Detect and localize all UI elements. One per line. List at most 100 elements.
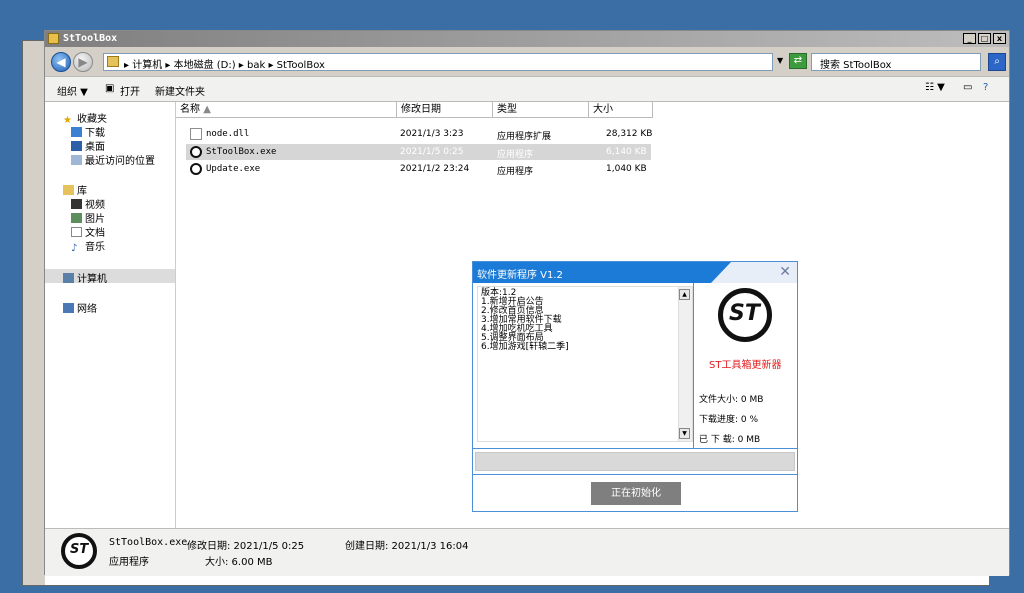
nav-item-recent[interactable]: 最近访问的位置 xyxy=(71,152,155,167)
file-size: 6,140 KB xyxy=(606,147,647,157)
downloaded-label: 已 下 载: 0 MB xyxy=(699,435,761,445)
sort-up-icon: ▲ xyxy=(203,104,211,115)
column-header-type[interactable]: 类型 xyxy=(493,102,589,118)
back-button[interactable]: ◀ xyxy=(51,52,71,72)
column-header-size[interactable]: 大小 xyxy=(589,102,653,118)
refresh-button[interactable]: ⇄ xyxy=(789,53,807,69)
nav-item-libraries[interactable]: 库 xyxy=(63,182,87,197)
address-bar-area: ◀ ▶ ▸ 计算机 ▸ 本地磁盘 (D:) ▸ bak ▸ StToolBox … xyxy=(45,48,1009,76)
view-options-icon[interactable]: ☷ ▼ xyxy=(925,82,945,93)
window-title: StToolBox xyxy=(63,33,118,44)
picture-icon xyxy=(71,213,82,223)
file-type: 应用程序扩展 xyxy=(497,132,552,142)
title-wedge xyxy=(711,262,731,283)
file-modified: 2021/1/3 3:23 xyxy=(400,129,464,139)
nav-item-music[interactable]: ♪ 音乐 xyxy=(71,238,105,254)
st-logo: ST xyxy=(718,288,772,342)
detail-modified: 修改日期: 2021/1/5 0:25 xyxy=(187,541,305,552)
file-size: 28,312 KB xyxy=(606,129,653,139)
download-progress-label: 下载进度: 0 % xyxy=(699,415,759,425)
table-row[interactable]: Update.exe 2021/1/2 23:24 应用程序 1,040 KB xyxy=(186,161,651,177)
close-icon[interactable]: ✕ xyxy=(779,264,791,280)
navigation-pane: ★ 收藏夹 下载 桌面 最近访问的位置 库 视频 图片 文档 ♪ 音乐 计算机 网络 xyxy=(45,102,176,528)
column-header-name[interactable]: 名称 ▲ xyxy=(176,102,397,118)
file-modified: 2021/1/5 0:25 xyxy=(400,147,464,157)
divider xyxy=(473,474,797,475)
release-notes[interactable]: 版本:1.2 1.新增开启公告 2.修改首页信息 3.增加常用软件下载 4.增加… xyxy=(477,286,693,442)
video-icon xyxy=(71,199,82,209)
minimize-button[interactable]: _ xyxy=(963,33,976,44)
detail-type: 应用程序 xyxy=(109,557,149,568)
nav-item-favorites[interactable]: ★ 收藏夹 xyxy=(63,110,107,126)
search-icon[interactable]: ⌕ xyxy=(988,53,1006,71)
file-name: Update.exe xyxy=(206,164,261,174)
file-name: node.dll xyxy=(206,129,250,139)
download-folder-icon xyxy=(71,127,82,137)
nav-item-downloads[interactable]: 下载 xyxy=(71,124,105,139)
nav-item-network[interactable]: 网络 xyxy=(63,300,97,315)
recent-places-icon xyxy=(71,155,82,165)
nav-item-pictures[interactable]: 图片 xyxy=(71,210,105,225)
divider xyxy=(693,283,694,448)
file-size: 1,040 KB xyxy=(606,164,647,174)
forward-button[interactable]: ▶ xyxy=(73,52,93,72)
preview-pane-icon[interactable]: ▭ xyxy=(963,82,972,93)
music-icon: ♪ xyxy=(71,243,78,254)
search-placeholder: 搜索 StToolBox xyxy=(820,60,892,71)
nav-item-computer[interactable]: 计算机 xyxy=(63,270,107,285)
organize-button[interactable]: 组织 ▼ xyxy=(57,83,88,98)
initializing-button[interactable]: 正在初始化 xyxy=(591,482,681,505)
nav-label: 计算机 xyxy=(77,274,107,285)
new-folder-button[interactable]: 新建文件夹 xyxy=(155,83,205,98)
title-bar[interactable]: StToolBox _ □ x xyxy=(45,31,1009,47)
network-icon xyxy=(63,303,74,313)
dll-file-icon xyxy=(190,128,202,140)
document-icon xyxy=(71,227,82,237)
scroll-up-icon[interactable]: ▲ xyxy=(679,289,690,300)
column-label: 名称 xyxy=(180,104,200,115)
help-icon[interactable]: ? xyxy=(983,82,988,93)
nav-label: 最近访问的位置 xyxy=(85,156,155,167)
open-button[interactable]: 打开 xyxy=(120,83,140,98)
table-row[interactable]: node.dll 2021/1/3 3:23 应用程序扩展 28,312 KB xyxy=(186,126,653,142)
scrollbar[interactable]: ▲ ▼ xyxy=(678,287,692,441)
nav-item-documents[interactable]: 文档 xyxy=(71,224,105,239)
scroll-down-icon[interactable]: ▼ xyxy=(679,428,690,439)
open-icon[interactable]: ▣ xyxy=(105,83,114,94)
file-name: StToolBox.exe xyxy=(206,147,277,157)
nav-item-desktop[interactable]: 桌面 xyxy=(71,138,105,153)
progress-bar xyxy=(475,452,795,471)
background-window-strip xyxy=(23,41,45,585)
file-type: 应用程序 xyxy=(497,167,534,177)
file-size-label: 文件大小: 0 MB xyxy=(699,395,764,405)
detail-size: 大小: 6.00 MB xyxy=(205,557,273,568)
command-bar: 组织 ▼ ▣ 打开 新建文件夹 ☷ ▼ ▭ ? xyxy=(45,76,1009,102)
brand-label: ST工具箱更新器 xyxy=(709,360,782,371)
maximize-button[interactable]: □ xyxy=(978,33,991,44)
nav-label: 网络 xyxy=(77,304,97,315)
folder-icon xyxy=(48,33,59,44)
update-dialog: 软件更新程序 V1.2 ✕ 版本:1.2 1.新增开启公告 2.修改首页信息 3… xyxy=(472,261,798,512)
address-box[interactable]: ▸ 计算机 ▸ 本地磁盘 (D:) ▸ bak ▸ StToolBox xyxy=(103,53,773,71)
nav-item-videos[interactable]: 视频 xyxy=(71,196,105,211)
close-button[interactable]: x xyxy=(993,33,1006,44)
folder-icon xyxy=(107,56,119,67)
file-type: 应用程序 xyxy=(497,150,534,160)
table-row[interactable]: StToolBox.exe 2021/1/5 0:25 应用程序 6,140 K… xyxy=(186,144,651,160)
breadcrumb[interactable]: ▸ 计算机 ▸ 本地磁盘 (D:) ▸ bak ▸ StToolBox xyxy=(124,56,325,71)
dialog-title-bar[interactable]: 软件更新程序 V1.2 ✕ xyxy=(473,262,797,283)
desktop-icon xyxy=(71,141,82,151)
dialog-title: 软件更新程序 V1.2 xyxy=(477,270,563,281)
file-modified: 2021/1/2 23:24 xyxy=(400,164,470,174)
column-header-modified[interactable]: 修改日期 xyxy=(397,102,493,118)
chevron-down-icon[interactable]: ▼ xyxy=(777,56,783,65)
divider xyxy=(473,448,797,449)
sttoolbox-app-icon xyxy=(190,146,202,158)
detail-created: 创建日期: 2021/1/3 16:04 xyxy=(345,541,469,552)
update-app-icon xyxy=(190,163,202,175)
computer-icon xyxy=(63,273,74,283)
sttoolbox-logo-icon: ST xyxy=(61,533,97,569)
details-pane: ST StToolBox.exe 修改日期: 2021/1/5 0:25 创建日… xyxy=(45,528,1009,576)
logo-text: ST xyxy=(729,301,760,326)
search-input[interactable]: 搜索 StToolBox xyxy=(811,53,981,71)
